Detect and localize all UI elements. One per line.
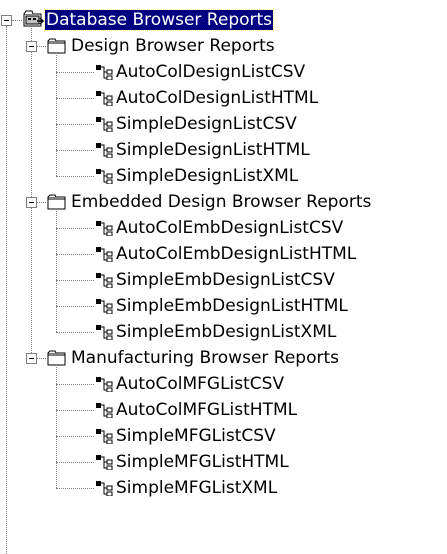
tree-node-label[interactable]: SimpleMFGListXML [115,478,278,498]
tree-node-report[interactable]: AutoColDesignListCSV [0,59,447,85]
report-node-icon [95,376,113,397]
folder-icon [47,38,67,59]
tree-node-report[interactable]: SimpleDesignListXML [0,163,447,189]
tree-node-label[interactable]: AutoColMFGListHTML [115,400,298,420]
tree-connector [31,52,32,197]
report-node-icon [95,428,113,449]
tree-connector [56,306,94,307]
tree-connector [56,150,94,151]
tree-node-report[interactable]: SimpleEmbDesignListHTML [0,293,447,319]
tree-node-report[interactable]: AutoColEmbDesignListHTML [0,241,447,267]
tree-connector [56,52,57,176]
tree-connector [56,384,94,385]
report-node-icon [95,220,113,241]
tree-node-label[interactable]: SimpleEmbDesignListXML [115,322,337,342]
collapse-toggle-icon[interactable] [26,197,37,208]
collapse-toggle-icon[interactable] [26,41,37,52]
tree-node-label[interactable]: SimpleMFGListCSV [115,426,277,446]
tree-node-label[interactable]: SimpleDesignListCSV [115,114,298,134]
tree-node-group[interactable]: Manufacturing Browser Reports [0,345,447,371]
tree-node-root[interactable]: Database Browser Reports [0,7,440,33]
tree-connector [56,280,94,281]
report-node-icon [95,402,113,423]
collapse-toggle-icon[interactable] [26,353,37,364]
tree-connector [37,358,46,359]
tree-node-report[interactable]: SimpleDesignListCSV [0,111,447,137]
tree-node-label[interactable]: AutoColDesignListCSV [115,62,306,82]
tree-connector [56,176,94,177]
tree-node-label[interactable]: AutoColEmbDesignListCSV [115,218,344,238]
tree-connector [56,410,94,411]
tree-node-label[interactable]: AutoColMFGListCSV [115,374,285,394]
folder-icon [47,350,67,371]
tree-node-label[interactable]: SimpleEmbDesignListHTML [115,296,349,316]
tree-connector [31,208,32,353]
tree-connector [56,436,94,437]
report-node-icon [95,64,113,85]
report-node-icon [95,116,113,137]
tree-connector [56,488,94,489]
tree-connector [56,364,57,488]
tree-node-group[interactable]: Design Browser Reports [0,33,447,59]
tree-connector [31,26,32,41]
tree-connector [56,98,94,99]
tree-connector [56,462,94,463]
report-node-icon [95,168,113,189]
report-node-icon [95,480,113,501]
tree-connector [37,46,46,47]
tree-connector [56,124,94,125]
report-node-icon [95,324,113,345]
database-folder-icon [23,10,45,33]
tree-connector [56,332,94,333]
tree-connector [56,254,94,255]
tree-node-label[interactable]: Embedded Design Browser Reports [70,192,372,212]
tree-node-report[interactable]: SimpleMFGListCSV [0,423,447,449]
report-node-icon [95,90,113,111]
tree-node-report[interactable]: SimpleEmbDesignListXML [0,319,447,345]
tree-node-label[interactable]: Manufacturing Browser Reports [70,348,340,368]
report-tree[interactable]: Database Browser Reports Design Browser R… [0,0,447,554]
tree-node-report[interactable]: AutoColDesignListHTML [0,85,447,111]
tree-connector [56,208,57,332]
tree-node-report[interactable]: SimpleDesignListHTML [0,137,447,163]
tree-node-label[interactable]: SimpleEmbDesignListCSV [115,270,336,290]
tree-node-label[interactable]: SimpleDesignListHTML [115,140,311,160]
tree-node-report[interactable]: SimpleMFGListXML [0,475,447,501]
tree-node-label[interactable]: Design Browser Reports [70,36,276,56]
collapse-toggle-icon[interactable] [1,15,12,26]
tree-node-label[interactable]: AutoColDesignListHTML [115,88,319,108]
report-node-icon [95,272,113,293]
tree-connector [37,202,46,203]
report-node-icon [95,454,113,475]
tree-node-report[interactable]: SimpleEmbDesignListCSV [0,267,447,293]
report-node-icon [95,246,113,267]
tree-node-report[interactable]: AutoColEmbDesignListCSV [0,215,447,241]
tree-node-label[interactable]: SimpleDesignListXML [115,166,299,186]
tree-node-label[interactable]: Database Browser Reports [43,9,275,31]
report-node-icon [95,298,113,319]
tree-connector [56,72,94,73]
tree-connector [12,20,22,21]
report-node-icon [95,142,113,163]
tree-connector [56,228,94,229]
tree-node-label[interactable]: SimpleMFGListHTML [115,452,290,472]
folder-icon [47,194,67,215]
tree-node-label[interactable]: AutoColEmbDesignListHTML [115,244,357,264]
tree-node-group[interactable]: Embedded Design Browser Reports [0,189,447,215]
tree-node-report[interactable]: AutoColMFGListHTML [0,397,447,423]
tree-node-report[interactable]: AutoColMFGListCSV [0,371,447,397]
tree-node-report[interactable]: SimpleMFGListHTML [0,449,447,475]
